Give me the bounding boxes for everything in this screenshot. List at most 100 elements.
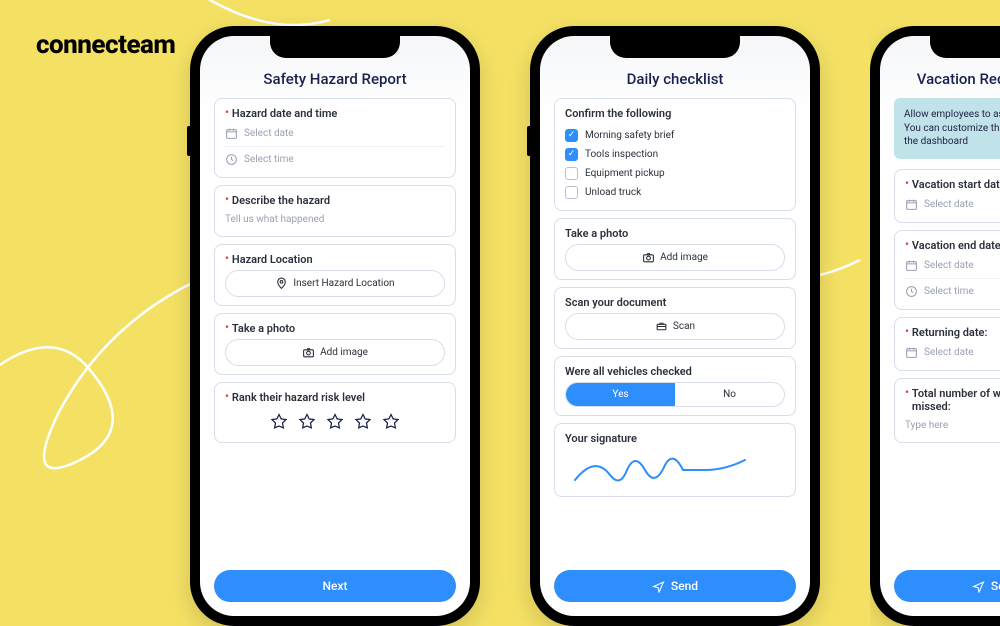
field-label: Describe the hazard	[232, 194, 330, 207]
camera-icon	[642, 251, 655, 264]
placeholder-text: Select date	[924, 199, 974, 210]
location-input[interactable]: Insert Hazard Location	[225, 270, 445, 297]
field-vehicles-checked: Were all vehicles checked Yes No	[554, 356, 796, 416]
date-input[interactable]: Select date	[225, 124, 445, 143]
checkbox-icon	[565, 129, 578, 142]
phone-daily-checklist: Daily checklist Confirm the following Mo…	[530, 26, 820, 626]
field-label: Total number of working days missed:	[912, 387, 1000, 413]
field-days-missed: •Total number of working days missed: Ty…	[894, 378, 1000, 443]
placeholder-text: Select date	[924, 260, 974, 271]
checkbox-icon	[565, 167, 578, 180]
camera-icon	[302, 346, 315, 359]
field-signature[interactable]: Your signature	[554, 423, 796, 497]
field-take-photo: Take a photo Add image	[554, 218, 796, 280]
signature-drawing	[565, 450, 765, 490]
field-vacation-end: •Vacation end date: Select date Select t…	[894, 230, 1000, 310]
button-label: Send	[991, 579, 1000, 593]
checkbox-equipment-pickup[interactable]: Equipment pickup	[565, 164, 785, 183]
placeholder-text: Select date	[244, 128, 294, 139]
field-take-photo: •Take a photo Add image	[214, 313, 456, 375]
add-image-button[interactable]: Add image	[225, 339, 445, 366]
button-label: Next	[323, 579, 348, 593]
button-label: Add image	[660, 252, 708, 263]
calendar-icon	[225, 127, 238, 140]
field-describe-hazard: •Describe the hazard Tell us what happen…	[214, 185, 456, 237]
time-input[interactable]: Select time	[905, 278, 1000, 301]
field-label: Returning date:	[912, 326, 988, 339]
star-icon[interactable]	[381, 412, 401, 432]
placeholder-text: Select time	[244, 154, 294, 165]
checkbox-label: Tools inspection	[585, 149, 658, 160]
send-button[interactable]: Send	[894, 570, 1000, 602]
field-label: Hazard date and time	[232, 107, 337, 120]
clock-icon	[905, 285, 918, 298]
pin-icon	[275, 277, 288, 290]
field-hazard-datetime: •Hazard date and time Select date Select…	[214, 98, 456, 178]
checkbox-unload-truck[interactable]: Unload truck	[565, 183, 785, 202]
phone-notch	[610, 36, 740, 58]
checkbox-label: Equipment pickup	[585, 168, 665, 179]
field-label: Hazard Location	[232, 253, 313, 266]
field-label: Your signature	[565, 432, 637, 445]
clock-icon	[225, 153, 238, 166]
button-label: Send	[671, 579, 698, 593]
phone-notch	[270, 36, 400, 58]
time-input[interactable]: Select time	[225, 146, 445, 169]
field-label: Scan your document	[565, 296, 666, 309]
field-returning-date: •Returning date: Select date	[894, 317, 1000, 371]
date-input[interactable]: Select date	[905, 256, 1000, 275]
brand-logo: connecteam	[36, 30, 175, 60]
add-image-button[interactable]: Add image	[565, 244, 785, 271]
field-vacation-start: •Vacation start date: Select date	[894, 169, 1000, 223]
placeholder-text: Select time	[924, 286, 974, 297]
placeholder-text: Insert Hazard Location	[293, 278, 394, 289]
field-label: Were all vehicles checked	[565, 365, 692, 378]
field-scan-document: Scan your document Scan	[554, 287, 796, 349]
checkbox-icon	[565, 148, 578, 161]
star-icon[interactable]	[297, 412, 317, 432]
checkbox-icon	[565, 186, 578, 199]
phone-vacation-request: Vacation Request Form Allow employees to…	[870, 26, 1000, 626]
placeholder-text: Tell us what happened	[225, 214, 324, 225]
segment-yes[interactable]: Yes	[566, 383, 675, 406]
form-title: Daily checklist	[554, 70, 796, 88]
checkbox-morning-brief[interactable]: Morning safety brief	[565, 126, 785, 145]
star-icon[interactable]	[269, 412, 289, 432]
field-label: Confirm the following	[565, 107, 671, 120]
field-label: Take a photo	[565, 227, 628, 240]
text-input[interactable]: Tell us what happened	[225, 211, 445, 228]
field-label: Rank their hazard risk level	[232, 391, 365, 404]
checkbox-label: Unload truck	[585, 187, 641, 198]
form-title: Safety Hazard Report	[214, 70, 456, 88]
field-label: Vacation end date:	[912, 239, 1000, 252]
checkbox-tools-inspection[interactable]: Tools inspection	[565, 145, 785, 164]
button-label: Scan	[673, 321, 695, 332]
calendar-icon	[905, 198, 918, 211]
star-rating[interactable]	[225, 408, 445, 434]
date-input[interactable]: Select date	[905, 343, 1000, 362]
placeholder-text: Select date	[924, 347, 974, 358]
field-confirm-following: Confirm the following Morning safety bri…	[554, 98, 796, 211]
calendar-icon	[905, 259, 918, 272]
field-label: Take a photo	[232, 322, 295, 335]
field-hazard-location: •Hazard Location Insert Hazard Location	[214, 244, 456, 306]
form-title: Vacation Request Form	[894, 70, 1000, 88]
scan-button[interactable]: Scan	[565, 313, 785, 340]
send-icon	[972, 580, 985, 593]
send-button[interactable]: Send	[554, 570, 796, 602]
phone-safety-hazard: Safety Hazard Report •Hazard date and ti…	[190, 26, 480, 626]
calendar-icon	[905, 346, 918, 359]
checkbox-label: Morning safety brief	[585, 130, 674, 141]
info-banner: Allow employees to ask for a vacation. Y…	[894, 98, 1000, 159]
phone-notch	[930, 36, 1000, 58]
next-button[interactable]: Next	[214, 570, 456, 602]
field-label: Vacation start date:	[912, 178, 1000, 191]
date-input[interactable]: Select date	[905, 195, 1000, 214]
text-input[interactable]: Type here	[905, 417, 1000, 434]
star-icon[interactable]	[325, 412, 345, 432]
send-icon	[652, 580, 665, 593]
placeholder-text: Type here	[905, 420, 948, 431]
field-risk-rank: •Rank their hazard risk level	[214, 382, 456, 443]
segment-no[interactable]: No	[675, 383, 784, 406]
star-icon[interactable]	[353, 412, 373, 432]
